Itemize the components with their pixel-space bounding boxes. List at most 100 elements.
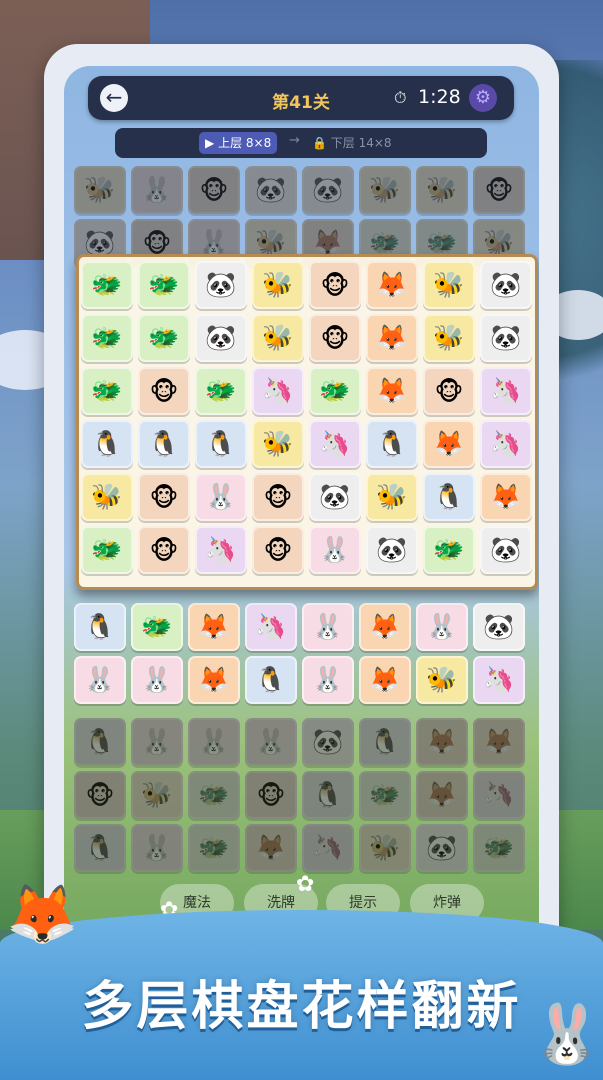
tile-bee[interactable]: 🐝	[81, 473, 133, 521]
tile-monkey[interactable]: 🐵	[188, 166, 240, 214]
tile-panda[interactable]: 🐼	[473, 603, 525, 651]
tile-monkey[interactable]: 🐵	[74, 771, 126, 819]
tile-panda[interactable]: 🐼	[416, 824, 468, 872]
tile-panda[interactable]: 🐼	[480, 261, 532, 309]
tile-dragon[interactable]: 🐲	[81, 367, 133, 415]
layer-upper-tab[interactable]: ▶ 上层 8×8	[199, 132, 278, 154]
tile-penguin[interactable]: 🐧	[74, 824, 126, 872]
promo-banner: 多层棋盘花样翻新	[0, 910, 603, 1080]
tile-unicorn[interactable]: 🦄	[302, 824, 354, 872]
tile-bee[interactable]: 🐝	[423, 261, 475, 309]
tile-bee[interactable]: 🐝	[252, 261, 304, 309]
tile-dragon[interactable]: 🐲	[359, 771, 411, 819]
tile-fox[interactable]: 🦊	[366, 261, 418, 309]
tile-panda[interactable]: 🐼	[480, 314, 532, 362]
tile-fox[interactable]: 🦊	[188, 656, 240, 704]
tile-unicorn[interactable]: 🦄	[473, 771, 525, 819]
tile-panda[interactable]: 🐼	[302, 718, 354, 766]
tile-fox[interactable]: 🦊	[416, 771, 468, 819]
tile-bee[interactable]: 🐝	[416, 656, 468, 704]
tile-panda[interactable]: 🐼	[245, 166, 297, 214]
tile-rabbit[interactable]: 🐰	[131, 824, 183, 872]
tile-bee[interactable]: 🐝	[416, 166, 468, 214]
tile-unicorn[interactable]: 🦄	[480, 420, 532, 468]
tile-rabbit[interactable]: 🐰	[131, 656, 183, 704]
tile-rabbit[interactable]: 🐰	[131, 718, 183, 766]
tile-bee[interactable]: 🐝	[252, 420, 304, 468]
tile-dragon[interactable]: 🐲	[309, 367, 361, 415]
tile-unicorn[interactable]: 🦄	[480, 367, 532, 415]
tile-dragon[interactable]: 🐲	[81, 314, 133, 362]
tile-unicorn[interactable]: 🦄	[473, 656, 525, 704]
tile-penguin[interactable]: 🐧	[195, 420, 247, 468]
tile-penguin[interactable]: 🐧	[74, 603, 126, 651]
tile-rabbit[interactable]: 🐰	[74, 656, 126, 704]
tile-fox[interactable]: 🦊	[359, 656, 411, 704]
tile-rabbit[interactable]: 🐰	[302, 656, 354, 704]
tile-dragon[interactable]: 🐲	[195, 367, 247, 415]
settings-button[interactable]: ⚙	[469, 84, 497, 112]
tile-penguin[interactable]: 🐧	[74, 718, 126, 766]
tile-penguin[interactable]: 🐧	[302, 771, 354, 819]
tile-dragon[interactable]: 🐲	[81, 526, 133, 574]
tile-dragon[interactable]: 🐲	[188, 824, 240, 872]
tile-fox[interactable]: 🦊	[423, 420, 475, 468]
tile-fox[interactable]: 🦊	[416, 718, 468, 766]
tile-monkey[interactable]: 🐵	[138, 367, 190, 415]
tile-panda[interactable]: 🐼	[302, 166, 354, 214]
tile-dragon[interactable]: 🐲	[188, 771, 240, 819]
tile-penguin[interactable]: 🐧	[366, 420, 418, 468]
tile-bee[interactable]: 🐝	[359, 824, 411, 872]
tile-rabbit[interactable]: 🐰	[302, 603, 354, 651]
layer-lower-tab[interactable]: 🔒 下层 14×8	[312, 132, 392, 154]
tile-penguin[interactable]: 🐧	[359, 718, 411, 766]
tile-penguin[interactable]: 🐧	[245, 656, 297, 704]
tile-penguin[interactable]: 🐧	[138, 420, 190, 468]
tile-dragon[interactable]: 🐲	[423, 526, 475, 574]
tile-monkey[interactable]: 🐵	[473, 166, 525, 214]
tile-penguin[interactable]: 🐧	[423, 473, 475, 521]
tile-fox[interactable]: 🦊	[245, 824, 297, 872]
tile-bee[interactable]: 🐝	[131, 771, 183, 819]
tile-monkey[interactable]: 🐵	[138, 526, 190, 574]
tile-bee[interactable]: 🐝	[74, 166, 126, 214]
tile-panda[interactable]: 🐼	[309, 473, 361, 521]
tile-monkey[interactable]: 🐵	[252, 473, 304, 521]
tile-unicorn[interactable]: 🦄	[309, 420, 361, 468]
tile-bee[interactable]: 🐝	[423, 314, 475, 362]
tile-unicorn[interactable]: 🦄	[245, 603, 297, 651]
tile-rabbit[interactable]: 🐰	[416, 603, 468, 651]
tile-panda[interactable]: 🐼	[195, 314, 247, 362]
tile-bee[interactable]: 🐝	[252, 314, 304, 362]
tile-bee[interactable]: 🐝	[366, 473, 418, 521]
tile-monkey[interactable]: 🐵	[252, 526, 304, 574]
tile-dragon[interactable]: 🐲	[131, 603, 183, 651]
tile-fox[interactable]: 🦊	[480, 473, 532, 521]
tile-dragon[interactable]: 🐲	[473, 824, 525, 872]
tile-rabbit[interactable]: 🐰	[309, 526, 361, 574]
tile-fox[interactable]: 🦊	[188, 603, 240, 651]
tile-fox[interactable]: 🦊	[366, 367, 418, 415]
tile-fox[interactable]: 🦊	[359, 603, 411, 651]
tile-rabbit[interactable]: 🐰	[131, 166, 183, 214]
tile-rabbit[interactable]: 🐰	[188, 718, 240, 766]
tile-panda[interactable]: 🐼	[480, 526, 532, 574]
tile-monkey[interactable]: 🐵	[309, 261, 361, 309]
tile-dragon[interactable]: 🐲	[138, 314, 190, 362]
tile-fox[interactable]: 🦊	[473, 718, 525, 766]
tile-penguin[interactable]: 🐧	[81, 420, 133, 468]
tile-monkey[interactable]: 🐵	[423, 367, 475, 415]
tile-monkey[interactable]: 🐵	[309, 314, 361, 362]
tile-panda[interactable]: 🐼	[195, 261, 247, 309]
tile-unicorn[interactable]: 🦄	[252, 367, 304, 415]
tile-rabbit[interactable]: 🐰	[195, 473, 247, 521]
tile-fox[interactable]: 🦊	[366, 314, 418, 362]
tile-unicorn[interactable]: 🦄	[195, 526, 247, 574]
tile-rabbit[interactable]: 🐰	[245, 718, 297, 766]
tile-monkey[interactable]: 🐵	[245, 771, 297, 819]
tile-bee[interactable]: 🐝	[359, 166, 411, 214]
tile-dragon[interactable]: 🐲	[138, 261, 190, 309]
tile-panda[interactable]: 🐼	[366, 526, 418, 574]
tile-monkey[interactable]: 🐵	[138, 473, 190, 521]
tile-dragon[interactable]: 🐲	[81, 261, 133, 309]
